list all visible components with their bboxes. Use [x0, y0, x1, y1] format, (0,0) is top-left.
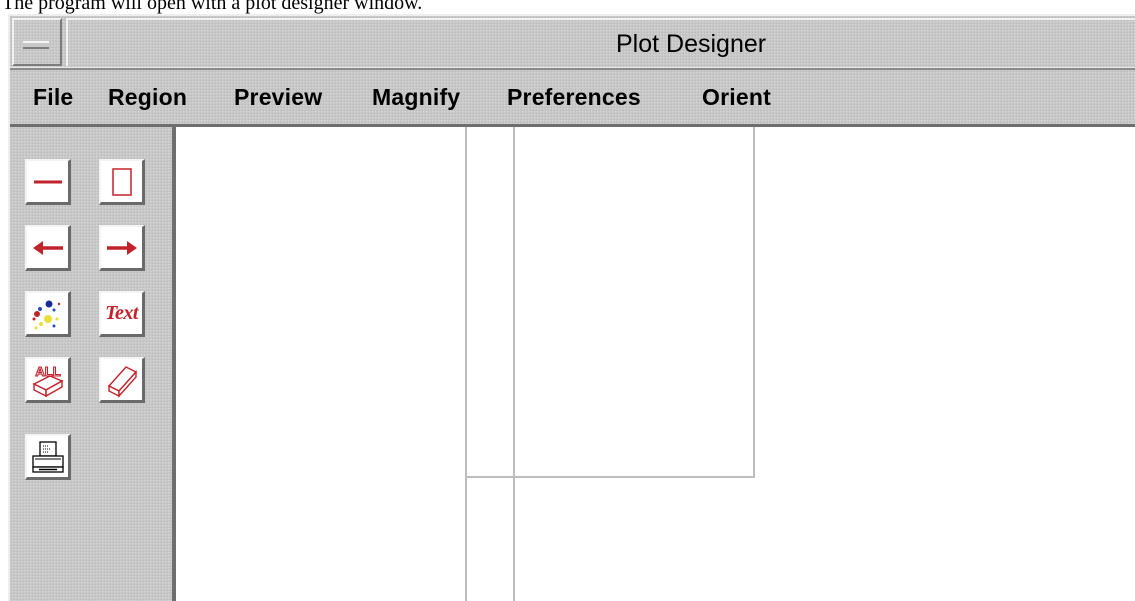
- print-tool-button[interactable]: [25, 434, 71, 480]
- arrow-left-tool-button[interactable]: [25, 225, 71, 271]
- color-dots-icon: [32, 300, 60, 329]
- arrow-left-icon: [32, 240, 63, 255]
- eraser-icon: [107, 365, 137, 398]
- menu-orient[interactable]: Orient: [702, 84, 771, 111]
- erase-all-label: ALL: [35, 364, 60, 379]
- guide-line: [753, 127, 755, 478]
- guide-line: [465, 476, 755, 478]
- menu-magnify[interactable]: Magnify: [372, 84, 460, 111]
- menu-preview[interactable]: Preview: [234, 84, 322, 111]
- markers-tool-button[interactable]: [25, 291, 71, 337]
- guide-line: [465, 127, 467, 601]
- eraser-tool-button[interactable]: [99, 357, 145, 403]
- erase-all-icon: ALL: [31, 363, 64, 397]
- menu-region[interactable]: Region: [108, 84, 187, 111]
- window-menu-button[interactable]: [12, 18, 62, 66]
- drawing-canvas[interactable]: [172, 127, 1135, 601]
- text-tool-button[interactable]: Text: [99, 291, 145, 337]
- title-area[interactable]: Plot Designer: [66, 18, 1135, 66]
- window-menu-icon: [23, 41, 49, 49]
- line-tool-button[interactable]: [25, 159, 71, 205]
- window-title: Plot Designer: [616, 30, 767, 58]
- plot-designer-window: Plot Designer File Region Preview Magnif…: [8, 14, 1135, 601]
- text-tool-icon: Text: [105, 302, 138, 324]
- tool-palette: Text ALL: [10, 127, 170, 601]
- page-caption: The program will open with a plot design…: [0, 0, 1135, 14]
- guide-line: [513, 127, 515, 601]
- arrow-right-tool-button[interactable]: [99, 225, 145, 271]
- menu-file[interactable]: File: [33, 84, 73, 111]
- arrow-right-icon: [106, 240, 137, 255]
- menu-bar: File Region Preview Magnify Preferences …: [10, 70, 1135, 127]
- menu-preferences[interactable]: Preferences: [507, 84, 641, 111]
- rectangle-tool-icon: [111, 167, 132, 196]
- erase-all-tool-button[interactable]: ALL: [25, 357, 71, 403]
- printer-icon: [31, 440, 64, 473]
- caption-text: The program will open with a plot design…: [2, 0, 423, 14]
- title-bar: Plot Designer: [10, 16, 1135, 70]
- line-tool-icon: [33, 180, 62, 183]
- rectangle-tool-button[interactable]: [99, 159, 145, 205]
